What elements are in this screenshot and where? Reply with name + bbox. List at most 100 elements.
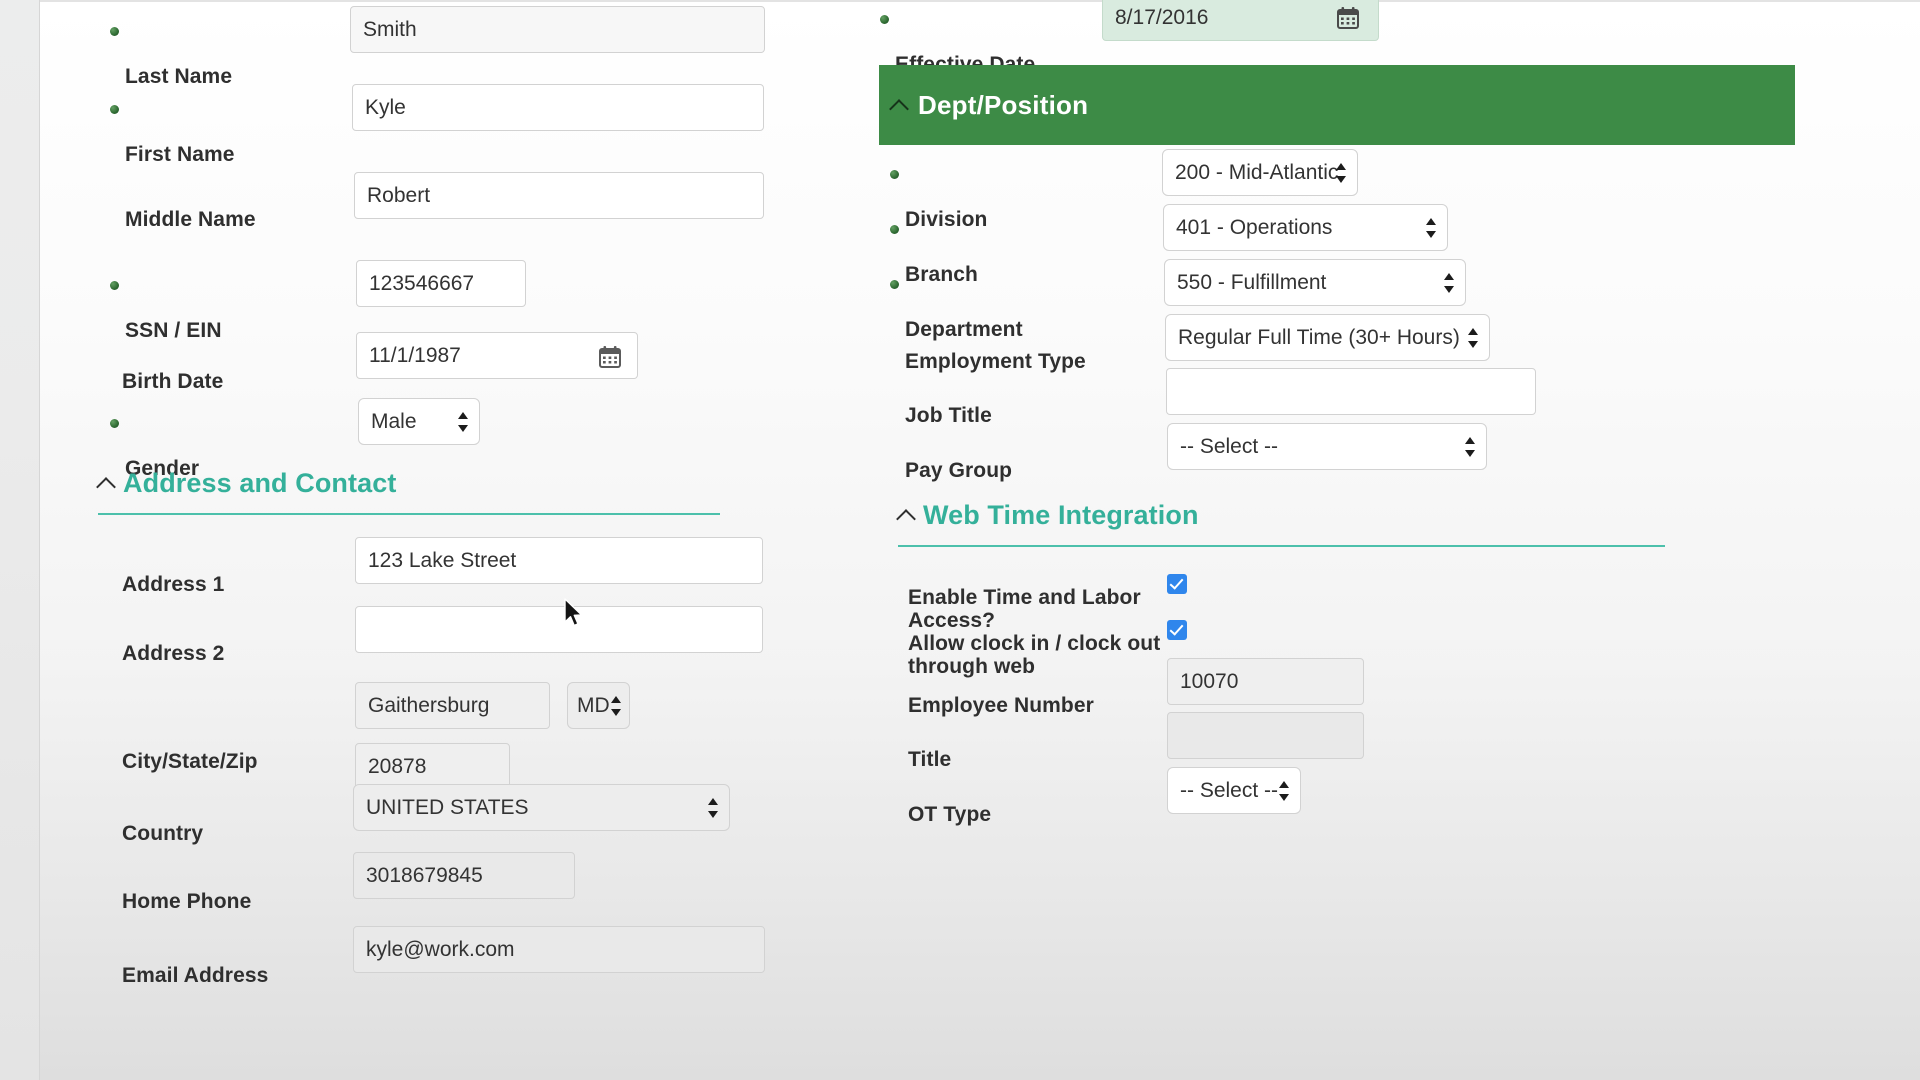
label-city-state-zip: City/State/Zip — [122, 726, 258, 773]
input-ssn-ein[interactable]: 123546667 — [356, 260, 526, 307]
select-value: 550 - Fulfillment — [1177, 271, 1327, 294]
select-division[interactable]: 200 - Mid-Atlantic — [1162, 149, 1358, 196]
field-row-ot-type: OT Type -- Select -- — [880, 767, 1920, 826]
field-row-allow-clock-web: Allow clock in / clock out through web — [880, 608, 1920, 678]
label-text: OT Type — [908, 802, 992, 826]
calendar-icon[interactable] — [1336, 6, 1360, 30]
chevron-updown-icon — [1465, 435, 1476, 459]
select-country[interactable]: UNITED STATES — [353, 784, 730, 831]
chevron-up-icon[interactable] — [891, 97, 908, 114]
select-value: -- Select -- — [1180, 435, 1279, 458]
select-employment-type[interactable]: Regular Full Time (30+ Hours) — [1165, 314, 1490, 361]
field-row-employment-type: Employment Type Regular Full Time (30+ H… — [880, 314, 1920, 373]
label-middle-name: Middle Name — [125, 184, 256, 231]
input-first-name[interactable]: Kyle — [352, 84, 764, 131]
section-web-time-integration: Web Time Integration — [898, 500, 1665, 547]
chevron-updown-icon — [1279, 779, 1290, 803]
select-value: -- Select -- — [1180, 779, 1279, 802]
section-title: Web Time Integration — [923, 500, 1199, 530]
chevron-updown-icon — [1444, 271, 1455, 295]
label-text: Middle Name — [125, 207, 256, 231]
field-row-birth-date: Birth Date 11/1/1987 — [40, 332, 880, 393]
section-title: Address and Contact — [123, 468, 397, 498]
input-city[interactable]: Gaithersburg — [355, 682, 550, 729]
label-pay-group: Pay Group — [905, 435, 1012, 482]
field-row-title: Title — [880, 712, 1920, 771]
chevron-updown-icon — [708, 796, 719, 820]
field-row-employee-number: Employee Number 10070 — [880, 658, 1920, 717]
section-header-address[interactable]: Address and Contact — [98, 468, 720, 499]
select-pay-group[interactable]: -- Select -- — [1167, 423, 1487, 470]
label-home-phone: Home Phone — [122, 866, 251, 913]
left-gutter-rail — [0, 0, 40, 1080]
input-middle-name[interactable]: Robert — [354, 172, 764, 219]
field-row-pay-group: Pay Group -- Select -- — [880, 423, 1920, 482]
label-country: Country — [122, 798, 203, 845]
field-row-division: Division 200 - Mid-Atlantic — [880, 149, 1920, 231]
label-text: City/State/Zip — [122, 749, 258, 773]
label-last-name: Last Name — [110, 18, 232, 89]
label-text: First Name — [125, 143, 235, 167]
checkbox-allow-clock-web[interactable] — [1167, 620, 1187, 640]
required-dot-icon — [110, 27, 119, 36]
chevron-updown-icon — [1426, 216, 1437, 240]
input-employee-number[interactable]: 10070 — [1167, 658, 1364, 705]
field-row-effective-date: Effective Date 8/17/2016 — [880, 0, 1920, 76]
required-dot-icon — [890, 225, 899, 234]
label-text: Pay Group — [905, 458, 1013, 482]
label-employment-type: Employment Type — [905, 326, 1086, 373]
select-branch[interactable]: 401 - Operations — [1163, 204, 1448, 251]
section-header-dept-position[interactable]: Dept/Position — [879, 65, 1795, 145]
required-dot-icon — [880, 15, 889, 24]
select-value: UNITED STATES — [366, 796, 529, 819]
select-ot-type[interactable]: -- Select -- — [1167, 767, 1301, 814]
input-title[interactable] — [1167, 712, 1364, 759]
required-dot-icon — [110, 105, 119, 114]
label-ot-type: OT Type — [908, 779, 991, 826]
input-zip[interactable]: 20878 — [355, 743, 510, 790]
input-last-name[interactable]: Smith — [350, 6, 765, 53]
chevron-updown-icon — [1336, 161, 1347, 185]
required-dot-icon — [890, 170, 899, 179]
input-address-1[interactable]: 123 Lake Street — [355, 537, 763, 584]
select-department[interactable]: 550 - Fulfillment — [1164, 259, 1466, 306]
input-birth-date[interactable]: 11/1/1987 — [356, 332, 638, 379]
required-dot-icon — [890, 280, 899, 289]
input-address-2[interactable] — [355, 606, 763, 653]
chevron-updown-icon — [611, 694, 622, 718]
select-value: Male — [371, 410, 417, 433]
select-value: 200 - Mid-Atlantic — [1175, 161, 1339, 184]
select-gender[interactable]: Male — [358, 398, 480, 445]
label-address-1: Address 1 — [122, 549, 224, 596]
field-row-last-name: Last Name Smith — [40, 6, 880, 88]
mouse-pointer-icon — [563, 598, 585, 630]
calendar-icon[interactable] — [598, 345, 622, 369]
section-address-and-contact: Address and Contact — [98, 468, 720, 515]
field-row-country: Country UNITED STATES — [40, 784, 880, 845]
section-divider — [98, 513, 720, 515]
label-address-2: Address 2 — [122, 618, 224, 665]
section-divider — [898, 545, 1665, 547]
field-row-department: Department 550 - Fulfillment — [880, 259, 1920, 341]
required-dot-icon — [110, 281, 119, 290]
select-value: MD — [577, 694, 610, 717]
checkbox-enable-time-labor[interactable] — [1167, 574, 1187, 594]
field-row-email-address: Email Address kyle@work.com — [40, 926, 880, 987]
field-row-home-phone: Home Phone 3018679845 — [40, 852, 880, 913]
chevron-up-icon[interactable] — [98, 475, 115, 492]
field-row-job-title: Job Title — [880, 368, 1920, 427]
label-employee-number: Employee Number — [908, 670, 1094, 717]
chevron-up-icon[interactable] — [898, 507, 915, 524]
field-row-gender: Gender Male — [40, 398, 880, 480]
field-row-middle-name: Middle Name Robert — [40, 172, 880, 231]
select-state[interactable]: MD — [567, 682, 630, 729]
field-row-first-name: First Name Kyle — [40, 84, 880, 166]
input-job-title[interactable] — [1166, 368, 1536, 415]
chevron-updown-icon — [458, 410, 469, 434]
input-home-phone[interactable]: 3018679845 — [353, 852, 575, 899]
label-text: Address 1 — [122, 572, 225, 596]
select-value: 401 - Operations — [1176, 216, 1333, 239]
section-header-web-time[interactable]: Web Time Integration — [898, 500, 1665, 531]
field-row-branch: Branch 401 - Operations — [880, 204, 1920, 286]
input-email-address[interactable]: kyle@work.com — [353, 926, 765, 973]
